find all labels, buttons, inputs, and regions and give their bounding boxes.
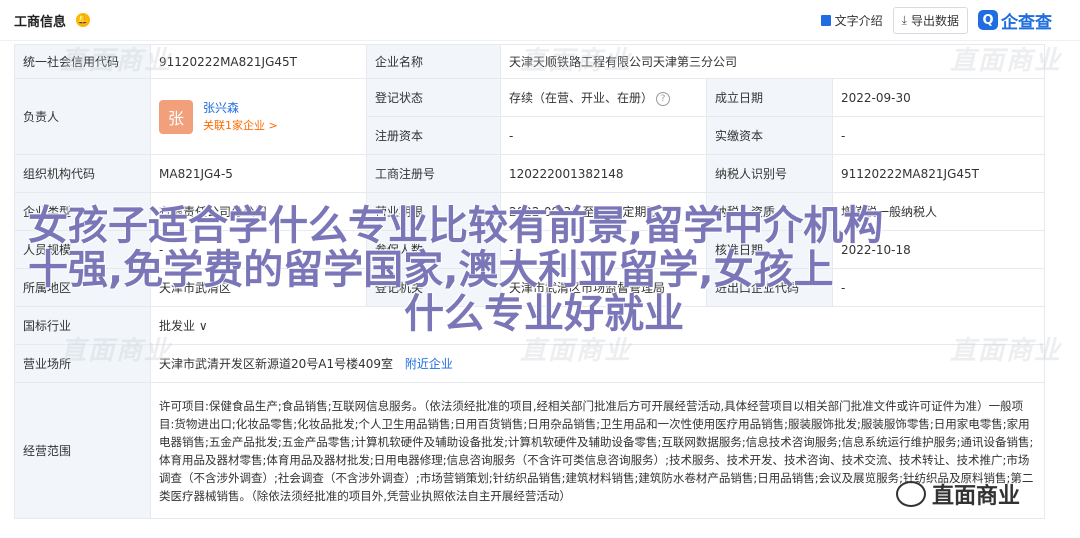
address-cell: 天津市武清开发区新源道20号A1号楼409室 附近企业 xyxy=(150,344,1045,383)
brand-logo-icon: Q xyxy=(978,10,998,30)
table-row: 负责人 张 张兴森 关联1家企业 > 登记状态 存续（在营、开业、在册）? 成立… xyxy=(14,78,1045,155)
legal-rep-cell: 张 张兴森 关联1家企业 > xyxy=(150,78,367,155)
taxpayer-id-label: 纳税人识别号 xyxy=(706,154,833,193)
taxpayer-id-value: 91120222MA821JG45T xyxy=(832,154,1045,193)
org-code-value: MA821JG4-5 xyxy=(150,154,367,193)
address-label: 营业场所 xyxy=(14,344,151,383)
scope-label: 经营范围 xyxy=(14,382,151,519)
paid-capital-value: - xyxy=(832,116,1045,155)
headline-line-3: 什么专业好就业 xyxy=(404,291,684,337)
export-label: 导出数据 xyxy=(910,13,959,28)
legal-rep-label: 负责人 xyxy=(14,78,151,155)
brand-name: 企查查 xyxy=(1001,12,1052,33)
wechat-icon xyxy=(896,481,926,507)
avatar: 张 xyxy=(159,99,193,134)
reg-status-label: 登记状态 xyxy=(366,78,501,117)
brand-logo: Q 企查查 xyxy=(978,8,1052,33)
help-icon[interactable]: ? xyxy=(656,91,671,106)
document-icon xyxy=(820,14,831,26)
reg-capital-value: - xyxy=(500,116,707,155)
table-row: 统一社会信用代码 91120222MA821JG45T 企业名称 天津天顺铁路工… xyxy=(14,44,1045,79)
person-name-link[interactable]: 张兴森 xyxy=(203,99,278,117)
section-title: 工商信息 xyxy=(14,14,67,30)
related-companies-link[interactable]: 关联1家企业 > xyxy=(203,117,278,135)
table-row: 经营范围 许可项目:保健食品生产;食品销售;互联网信息服务。（依法须经批准的项目… xyxy=(14,382,1045,519)
download-icon: ⤓ xyxy=(901,12,907,27)
credit-code-label: 统一社会信用代码 xyxy=(14,44,151,79)
table-row: 组织机构代码 MA821JG4-5 工商注册号 120222001382148 … xyxy=(14,154,1045,193)
headline-line-1: 女孩子适合学什么专业比较有前景,留学中介机构 xyxy=(28,203,884,249)
headline-line-2: 十强,免学费的留学国家,澳大利亚留学,女孩上 xyxy=(28,247,834,293)
headline-overlay: 女孩子适合学什么专业比较有前景,留学中介机构 十强,免学费的留学国家,澳大利亚留… xyxy=(24,204,1064,336)
header-bar: 工商信息 🔔 文字介绍 ⤓ 导出数据 Q 企查查 xyxy=(0,0,1080,41)
bell-icon[interactable]: 🔔 xyxy=(76,13,91,27)
established-label: 成立日期 xyxy=(706,78,833,117)
text-intro-label: 文字介绍 xyxy=(834,13,883,28)
reg-capital-label: 注册资本 xyxy=(366,116,501,155)
wechat-account-name: 直面商业 xyxy=(932,484,1021,509)
reg-no-value: 120222001382148 xyxy=(500,154,707,193)
established-value: 2022-09-30 xyxy=(832,78,1045,117)
credit-code-value: 91120222MA821JG45T xyxy=(150,44,367,79)
reg-status-value: 存续（在营、开业、在册） xyxy=(509,91,654,105)
paid-capital-label: 实缴资本 xyxy=(706,116,833,155)
text-intro-button[interactable]: 文字介绍 xyxy=(820,12,883,29)
address-value: 天津市武清开发区新源道20号A1号楼409室 xyxy=(159,357,394,371)
nearby-companies-link[interactable]: 附近企业 xyxy=(405,357,453,371)
org-code-label: 组织机构代码 xyxy=(14,154,151,193)
wechat-account-badge: 直面商业 xyxy=(896,478,1020,510)
company-name-value: 天津天顺铁路工程有限公司天津第三分公司 xyxy=(500,44,1045,79)
export-data-button[interactable]: ⤓ 导出数据 xyxy=(892,6,968,34)
reg-no-label: 工商注册号 xyxy=(366,154,501,193)
table-row: 营业场所 天津市武清开发区新源道20号A1号楼409室 附近企业 xyxy=(14,344,1045,383)
company-name-label: 企业名称 xyxy=(366,44,501,79)
reg-status-cell: 存续（在营、开业、在册）? xyxy=(500,78,707,117)
